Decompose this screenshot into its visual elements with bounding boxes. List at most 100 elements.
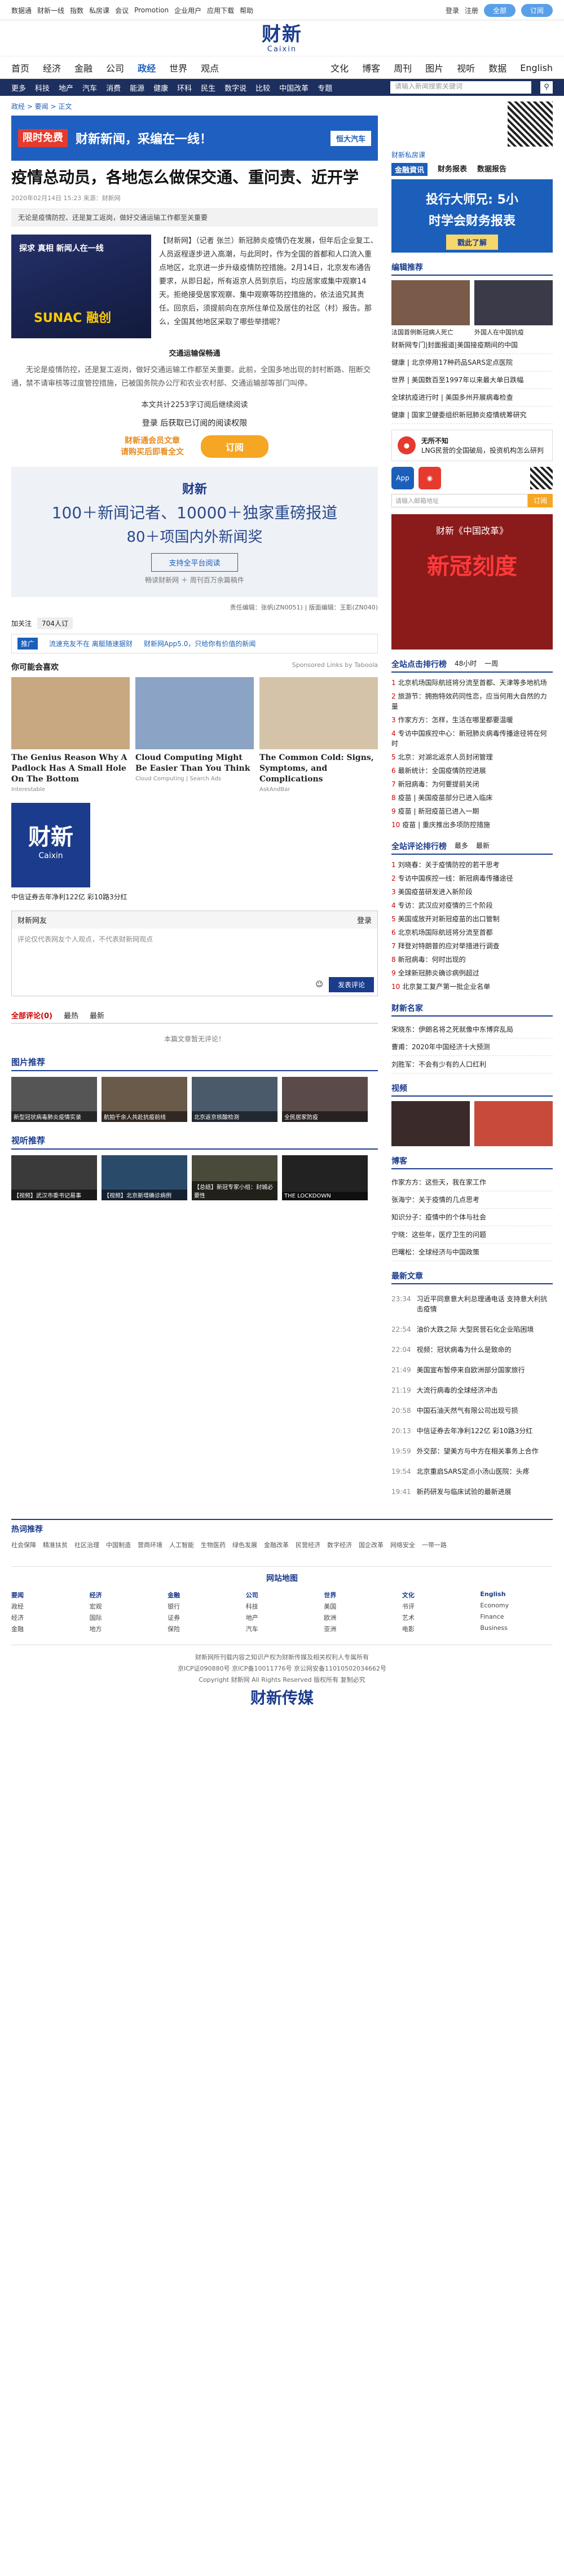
hot-word[interactable]: 人工智能: [169, 1540, 194, 1549]
tab-all-comments[interactable]: 全部评论(0): [11, 1010, 52, 1020]
news-item[interactable]: 21:49 美国宣布暂停来自欧洲部分国家旅行: [391, 1360, 553, 1380]
sitemap-link[interactable]: 科技: [246, 1602, 319, 1611]
hot-word[interactable]: 国企改革: [359, 1540, 384, 1549]
sponsored-card[interactable]: The Genius Reason Why A Padlock Has A Sm…: [11, 677, 130, 793]
breadcrumb[interactable]: 政经 > 要闻 > 正文: [11, 101, 378, 111]
rank-item[interactable]: 3 作家方方：怎样，生活在哪里都要温暖: [391, 713, 553, 727]
submit-comment-button[interactable]: 发表评论: [328, 977, 374, 992]
sitemap-link[interactable]: 宏观: [90, 1602, 162, 1611]
recommend-item[interactable]: 宋晓东：伊朗名将之死就像中东博弈乱局: [391, 1021, 553, 1039]
sitemap-link[interactable]: 艺术: [402, 1613, 475, 1622]
sitemap-link[interactable]: 汽车: [246, 1624, 319, 1633]
video-thumb[interactable]: 【总结】新冠专家小组：封城必要性: [192, 1155, 277, 1200]
hot-word[interactable]: 金融改革: [264, 1540, 289, 1549]
side-ad-button[interactable]: 戳此了解: [446, 235, 498, 250]
rank-item[interactable]: 4 专访：武汉应对疫情的三个阶段: [391, 899, 553, 912]
hot-word[interactable]: 民营经济: [296, 1540, 320, 1549]
subnav-item[interactable]: 民生: [201, 82, 215, 93]
video-thumb[interactable]: THE LOCKDOWN: [282, 1155, 368, 1200]
blog-item[interactable]: 巴曙松：全球经济与中国政策: [391, 1244, 553, 1261]
news-item[interactable]: 20:13 中信证券去年净利122亿 彩10路3分红: [391, 1421, 553, 1441]
podcast-box[interactable]: ● 无所不知 LNG民营的全国破局，投资机构怎么研判: [391, 430, 553, 461]
news-item[interactable]: 19:41 新药研发与临床试验的最新进展: [391, 1482, 553, 1502]
sitemap-link[interactable]: 地方: [90, 1624, 162, 1633]
sitemap-link[interactable]: 证券: [168, 1613, 240, 1622]
news-item[interactable]: 20:58 中国石油天然气有限公司出现亏损: [391, 1400, 553, 1421]
hot-word[interactable]: 社区治理: [74, 1540, 99, 1549]
sitemap-link[interactable]: 书评: [402, 1602, 475, 1611]
blog-item[interactable]: 张海宁：关于疫情的几点思考: [391, 1191, 553, 1209]
side-tab[interactable]: 金融資讯: [391, 163, 428, 176]
all-button[interactable]: 全部: [483, 3, 515, 17]
pic-thumb[interactable]: 新型冠状病毒肺炎疫情实录: [11, 1077, 97, 1122]
sitemap-head[interactable]: 文化: [402, 1590, 475, 1599]
rank-item[interactable]: 3 美国疫苗研发进入新阶段: [391, 885, 553, 899]
promo-link[interactable]: 财新网App5.0，只给你有价值的新闻: [144, 639, 256, 648]
search-input[interactable]: 请输入新闻搜索关键词: [390, 81, 531, 94]
sitemap-link[interactable]: 地产: [246, 1613, 319, 1622]
subnav-item[interactable]: 更多: [11, 82, 26, 93]
sitemap-link[interactable]: 亚洲: [324, 1624, 396, 1633]
follow-button[interactable]: 加关注: [11, 618, 32, 628]
news-item[interactable]: 23:34 习近平同意意大利总理通电话 支持意大利抗击疫情: [391, 1289, 553, 1319]
emoji-icon[interactable]: ☺: [315, 980, 323, 989]
site-logo[interactable]: 财新 Caixin: [262, 24, 302, 54]
side-pic[interactable]: [474, 280, 553, 325]
news-item[interactable]: 19:59 外交部：望美方与中方在相关事务上合作: [391, 1441, 553, 1461]
sitemap-link[interactable]: 政经: [11, 1602, 84, 1611]
nav-item[interactable]: 经济: [43, 61, 61, 74]
video-thumb[interactable]: 【视频】武汉市委书记易事: [11, 1155, 97, 1200]
side-list-item[interactable]: 健康 | 北京停用17种药品SARS定点医院: [391, 354, 553, 372]
side-list-item[interactable]: 全球抗疫进行时 | 美国多州开展病毒检查: [391, 389, 553, 406]
subnav-item[interactable]: 消费: [106, 82, 121, 93]
nav-item[interactable]: 公司: [106, 61, 124, 74]
nav-item[interactable]: 视听: [457, 61, 475, 74]
login-link[interactable]: 登录: [446, 6, 459, 15]
topbar-link[interactable]: 应用下载: [207, 6, 234, 15]
side-ad[interactable]: 投行大师兄: 5小 时学会财务报表 戳此了解: [391, 179, 553, 253]
sitemap-link[interactable]: 国际: [90, 1613, 162, 1622]
subnav-item[interactable]: 比较: [255, 82, 270, 93]
topbar-link[interactable]: 企业用户: [174, 6, 201, 15]
rank-item[interactable]: 4 专访中国疾控中心：新冠肺炎病毒传播途径将在何时: [391, 727, 553, 750]
sitemap-link[interactable]: Economy: [480, 1602, 553, 1611]
news-item[interactable]: 21:19 大流行病毒的全球经济冲击: [391, 1380, 553, 1400]
sitemap-head[interactable]: 金融: [168, 1590, 240, 1599]
hot-word[interactable]: 数字经济: [327, 1540, 352, 1549]
topbar-link[interactable]: 私房课: [89, 6, 109, 15]
nav-item[interactable]: 首页: [11, 61, 29, 74]
sponsored-card[interactable]: Cloud Computing Might Be Easier Than You…: [135, 677, 254, 793]
register-link[interactable]: 注册: [465, 6, 478, 15]
comment-login[interactable]: 登录: [357, 914, 372, 925]
video-thumb[interactable]: 【视频】北京新增确诊病例: [102, 1155, 187, 1200]
topbar-link[interactable]: 数据通: [11, 6, 32, 15]
sitemap-link[interactable]: 金融: [11, 1624, 84, 1633]
sitemap-link[interactable]: 保险: [168, 1624, 240, 1633]
sitemap-head[interactable]: 经济: [90, 1590, 162, 1599]
sitemap-head[interactable]: 公司: [246, 1590, 319, 1599]
news-item[interactable]: 22:04 视频：冠状病毒为什么是致命的: [391, 1340, 553, 1360]
rank-tab[interactable]: 最多: [455, 841, 468, 852]
award-banner[interactable]: 财新 100＋新闻记者、10000＋独家重磅报道 80＋项国内外新闻奖 支持全平…: [11, 467, 378, 597]
rank-item[interactable]: 9 全球新冠肺炎确诊病例超过: [391, 966, 553, 980]
sitemap-link[interactable]: 银行: [168, 1602, 240, 1611]
nav-item[interactable]: 图片: [425, 61, 443, 74]
nav-item[interactable]: 博客: [362, 61, 380, 74]
video-thumb[interactable]: [474, 1101, 553, 1146]
sitemap-head[interactable]: 世界: [324, 1590, 396, 1599]
nav-item[interactable]: 观点: [201, 61, 219, 74]
pic-thumb[interactable]: 全民居家防疫: [282, 1077, 368, 1122]
subnav-item[interactable]: 环科: [177, 82, 192, 93]
rank-item[interactable]: 8 新冠病毒：何时出现的: [391, 953, 553, 966]
app-icon[interactable]: App: [391, 467, 414, 489]
nav-item[interactable]: 金融: [74, 61, 92, 74]
banner-ad[interactable]: 限时免费 财新新闻，采编在一线！ 恒大汽车: [11, 116, 378, 161]
sitemap-link[interactable]: 经济: [11, 1613, 84, 1622]
subnav-item[interactable]: 汽车: [82, 82, 97, 93]
subscribe-button[interactable]: 订阅: [521, 3, 553, 17]
topbar-link[interactable]: 会议: [115, 6, 129, 15]
hot-word[interactable]: 中国制造: [106, 1540, 131, 1549]
sitemap-link[interactable]: 欧洲: [324, 1613, 396, 1622]
blog-item[interactable]: 作家方方：这些天，我在家工作: [391, 1174, 553, 1191]
side-list-item[interactable]: 世界 | 美国数百至1997年以来最大单日跌幅: [391, 372, 553, 389]
